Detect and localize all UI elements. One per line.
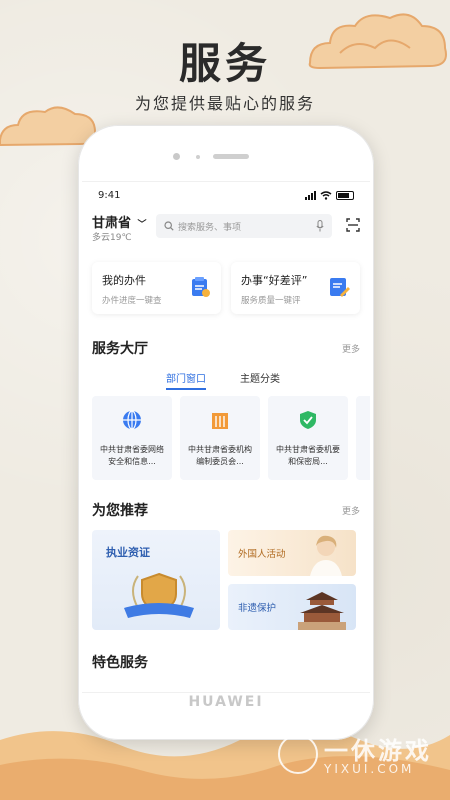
status-icons xyxy=(305,191,354,200)
microphone-icon[interactable] xyxy=(316,220,324,232)
department-item[interactable]: 中共甘肃省委机构编制委员会... xyxy=(180,396,260,480)
department-item[interactable]: 中共甘肃省委网络安全和信息... xyxy=(92,396,172,480)
speaker-slot xyxy=(213,154,249,159)
watermark-logo-icon xyxy=(278,733,318,774)
department-name: 中共甘肃省委机要和保密局... xyxy=(276,445,340,466)
recommend-card-heritage[interactable]: 非遗保护 xyxy=(228,584,356,630)
department-item-partial[interactable] xyxy=(356,396,370,480)
promo-headline: 服务 xyxy=(178,39,271,88)
recommend-card-foreigner-activity[interactable]: 外国人活动 xyxy=(228,530,356,576)
search-input[interactable]: 搜索服务、事项 xyxy=(156,214,332,238)
pagoda-icon xyxy=(298,592,346,630)
service-hall-title: 服务大厅 xyxy=(92,341,148,357)
recommend-label: 外国人活动 xyxy=(238,549,286,560)
recommend-title: 为您推荐 xyxy=(92,503,148,519)
location-selector[interactable]: 甘肃省 ﹀ xyxy=(92,212,147,231)
weather-text: 多云19℃ xyxy=(92,233,132,243)
service-hall-more-link[interactable]: 更多 xyxy=(342,342,360,355)
network-icon xyxy=(123,410,141,430)
search-icon xyxy=(164,221,174,231)
tab-topic-category[interactable]: 主题分类 xyxy=(240,370,280,385)
watermark-text: 一休游戏 xyxy=(324,737,432,765)
card-my-cases[interactable]: 我的办件 办件进度一键查 xyxy=(92,262,221,314)
recommend-more-link[interactable]: 更多 xyxy=(342,504,360,517)
phone-frame: 9:41 甘肃省 ﹀ 多云19℃ 搜索服务、事项 我的办件 办件进度一键查 办事… xyxy=(78,125,374,740)
tab-department-window[interactable]: 部门窗口 xyxy=(166,370,206,390)
device-brand: HUAWEI xyxy=(188,694,264,710)
sensor-dot xyxy=(196,155,200,159)
scan-icon[interactable] xyxy=(346,218,360,232)
quick-cards: 我的办件 办件进度一键查 办事“好差评” 服务质量一键评 xyxy=(92,262,360,314)
department-item[interactable]: 中共甘肃省委机要和保密局... xyxy=(268,396,348,480)
signal-icon xyxy=(305,191,316,200)
department-name: 中共甘肃省委机构编制委员会... xyxy=(188,445,252,466)
status-time: 9:41 xyxy=(98,190,121,201)
department-name: 中共甘肃省委网络安全和信息... xyxy=(100,445,164,466)
app-screen: 9:41 甘肃省 ﹀ 多云19℃ 搜索服务、事项 我的办件 办件进度一键查 办事… xyxy=(82,181,370,693)
promo-subline: 为您提供最贴心的服务 xyxy=(134,94,315,113)
shield-icon xyxy=(300,411,316,429)
service-hall-tabs: 部门窗口 主题分类 xyxy=(82,370,370,390)
badge-icon xyxy=(124,572,194,618)
clipboard-icon xyxy=(192,277,210,297)
person-photo-icon xyxy=(310,535,342,576)
recommend-label: 执业资证 xyxy=(106,546,150,559)
watermark: 一休游戏 YIXUI.COM xyxy=(278,731,432,776)
location-label: 甘肃省 xyxy=(92,216,132,231)
department-list: 中共甘肃省委网络安全和信息... 中共甘肃省委机构编制委员会... 中共甘肃省委… xyxy=(92,396,370,480)
camera-dot xyxy=(173,153,180,160)
recommend-card-license[interactable]: 执业资证 xyxy=(92,530,220,630)
recommend-grid: 执业资证 外国人活动 非遗保护 xyxy=(92,530,360,630)
wifi-icon xyxy=(320,191,332,200)
card-service-rating[interactable]: 办事“好差评” 服务质量一键评 xyxy=(231,262,360,314)
edit-note-icon xyxy=(330,278,350,297)
building-icon xyxy=(212,413,228,429)
search-placeholder: 搜索服务、事项 xyxy=(178,222,242,233)
status-bar: 9:41 xyxy=(98,190,354,204)
featured-title: 特色服务 xyxy=(92,655,148,671)
chevron-down-icon: ﹀ xyxy=(137,220,147,230)
top-bar: 甘肃省 ﹀ 多云19℃ 搜索服务、事项 xyxy=(92,212,360,244)
recommend-label: 非遗保护 xyxy=(238,603,277,614)
battery-icon xyxy=(336,191,354,200)
